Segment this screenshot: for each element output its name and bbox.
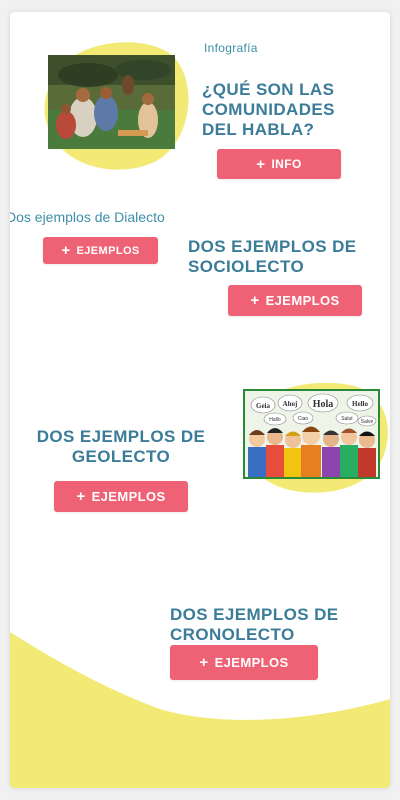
painting-illustration — [48, 55, 175, 149]
cronolecto-ejemplos-button[interactable]: + EJEMPLOS — [170, 645, 318, 680]
geolecto-ejemplos-button[interactable]: + EJEMPLOS — [54, 481, 188, 512]
bubble-text-2: Ahoj — [283, 400, 298, 408]
dialecto-button-label: EJEMPLOS — [76, 244, 140, 257]
sociolecto-button-label: EJEMPLOS — [265, 293, 340, 308]
infographic-eyebrow: Infografía — [204, 41, 258, 55]
geolecto-title: DOS EJEMPLOS DE GEOLECTO — [36, 427, 206, 466]
info-button[interactable]: + INFO — [217, 149, 341, 179]
plus-icon: + — [256, 155, 266, 173]
bubble-text-5: Hallo — [269, 417, 281, 423]
bubble-text-7: Salut — [341, 416, 353, 422]
info-button-label: INFO — [271, 157, 302, 171]
plus-icon: + — [250, 292, 260, 309]
sociolecto-title: DOS EJEMPLOS DE SOCIOLECTO — [188, 237, 357, 276]
plus-icon: + — [76, 488, 86, 505]
bubble-text-8: Salve — [361, 419, 374, 425]
bubble-text-4: Hello — [352, 400, 368, 408]
bubble-text-1: Geia — [256, 402, 270, 410]
dialecto-ejemplos-button[interactable]: + EJEMPLOS — [43, 237, 158, 264]
bubble-text-6: Ciao — [298, 416, 309, 422]
dialecto-label: Dos ejemplos de Dialecto — [10, 209, 165, 225]
sociolecto-ejemplos-button[interactable]: + EJEMPLOS — [228, 285, 362, 316]
crowd-illustration: Geia Ahoj Hola Hello Hallo Ciao Salut Sa… — [245, 391, 378, 477]
bubble-text-3: Hola — [313, 399, 334, 410]
cronolecto-button-label: EJEMPLOS — [214, 655, 289, 670]
infographic-card: Infografía ¿QUÉ SON LAS COMUNIDADES DEL … — [10, 12, 390, 788]
plus-icon: + — [199, 654, 209, 671]
painting-image — [48, 55, 175, 149]
geolecto-button-label: EJEMPLOS — [91, 489, 166, 504]
cronolecto-title: DOS EJEMPLOS DE CRONOLECTO — [170, 605, 339, 644]
languages-crowd-image: Geia Ahoj Hola Hello Hallo Ciao Salut Sa… — [243, 389, 380, 479]
plus-icon: + — [61, 242, 71, 259]
main-title: ¿QUÉ SON LAS COMUNIDADES DEL HABLA? — [202, 80, 335, 139]
